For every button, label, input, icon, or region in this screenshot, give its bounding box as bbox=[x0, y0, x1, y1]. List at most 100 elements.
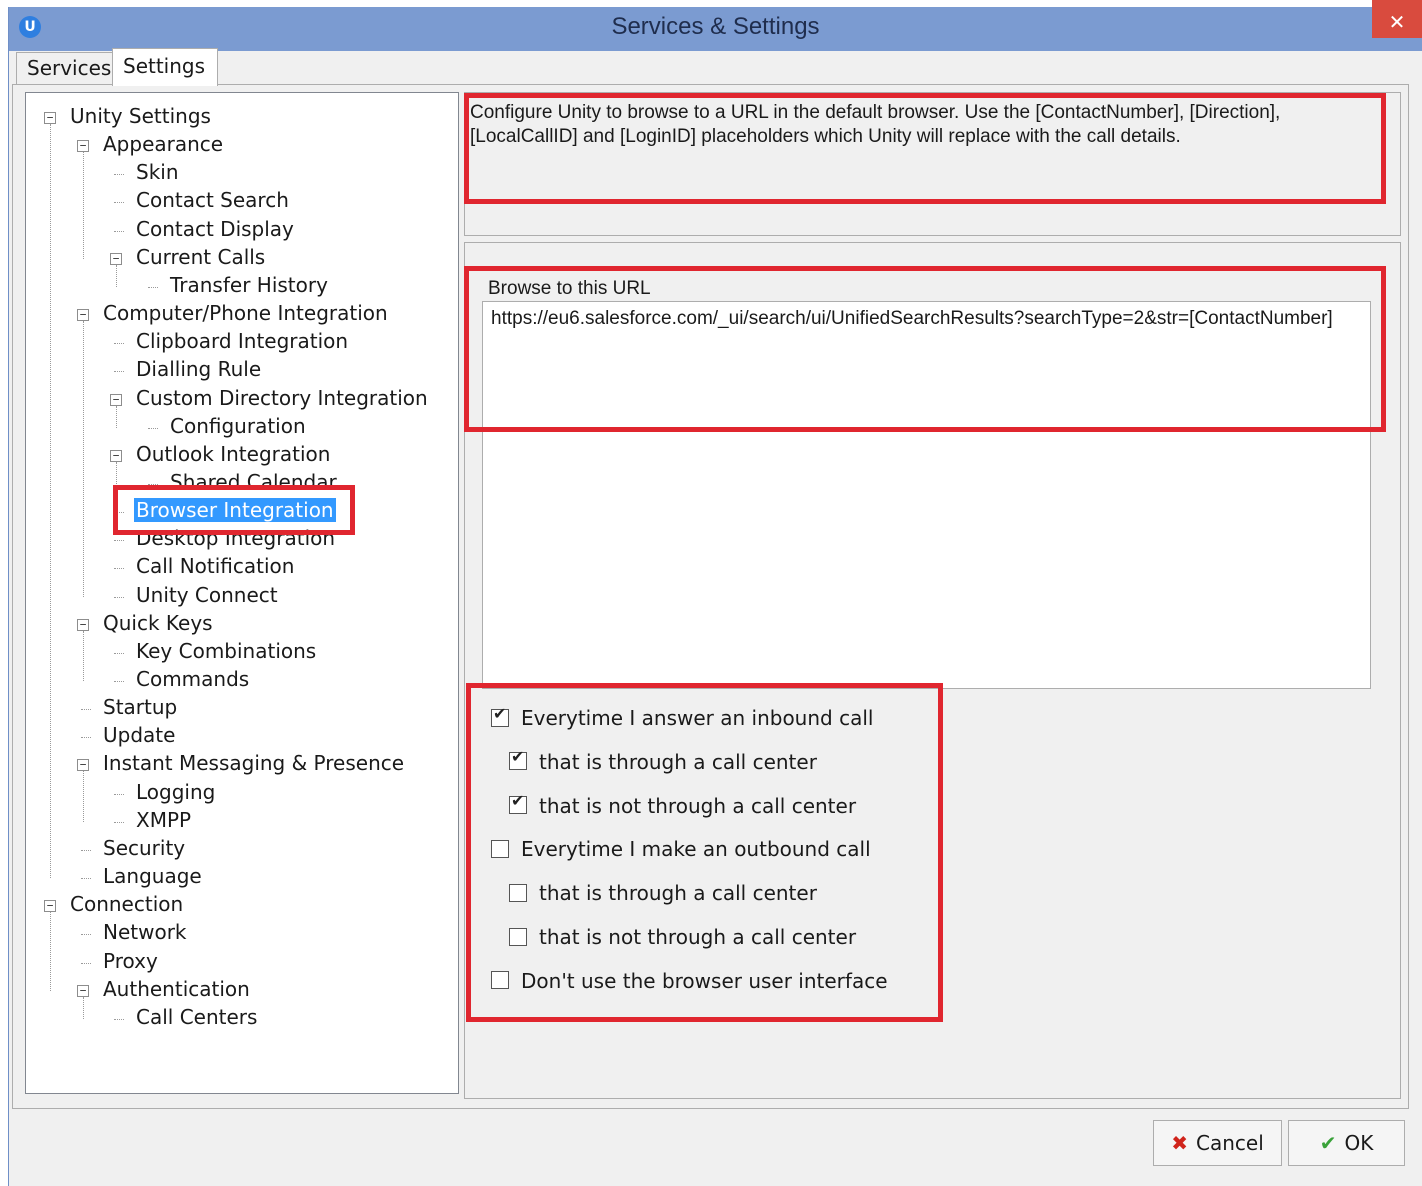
tree-item[interactable]: Contact Search bbox=[134, 188, 291, 216]
tree-item[interactable]: Outlook Integration bbox=[134, 442, 332, 470]
tree-item-label: Transfer History bbox=[170, 272, 328, 297]
option-checkbox-row[interactable]: that is through a call center bbox=[509, 881, 817, 909]
tree-item[interactable]: Unity Connect bbox=[134, 583, 280, 611]
tree-item-label: Instant Messaging & Presence bbox=[103, 751, 405, 776]
tree-item-label: Skin bbox=[136, 160, 179, 185]
tree-item[interactable]: Clipboard Integration bbox=[134, 329, 350, 357]
tree-item[interactable]: XMPP bbox=[134, 808, 193, 836]
tree-item-label: Contact Display bbox=[136, 216, 294, 241]
tree-item-label: Call Centers bbox=[136, 1004, 258, 1029]
collapse-toggle-icon[interactable]: − bbox=[110, 449, 122, 462]
checkbox[interactable] bbox=[491, 971, 509, 990]
tree-item-label: Update bbox=[103, 723, 176, 748]
tree-item[interactable]: Proxy bbox=[101, 949, 160, 977]
option-checkbox-row[interactable]: Everytime I make an outbound call bbox=[491, 837, 871, 865]
option-label: Everytime I make an outbound call bbox=[521, 837, 871, 862]
tree-item-label: Authentication bbox=[103, 976, 250, 1001]
tree-item[interactable]: Contact Display bbox=[134, 217, 296, 245]
collapse-toggle-icon[interactable]: − bbox=[77, 140, 89, 153]
tree-item-label: Browser Integration bbox=[134, 498, 336, 523]
option-checkbox-row[interactable]: Everytime I answer an inbound call bbox=[491, 704, 874, 734]
tree-item[interactable]: Custom Directory Integration bbox=[134, 386, 430, 414]
tree-item-label: Custom Directory Integration bbox=[136, 385, 428, 410]
tree-item[interactable]: Key Combinations bbox=[134, 639, 318, 667]
tab-settings[interactable]: Settings bbox=[112, 48, 218, 86]
description-text: Configure Unity to browse to a URL in th… bbox=[470, 102, 1281, 147]
tree-item-label: Dialling Rule bbox=[136, 357, 262, 382]
tree-item[interactable]: Authentication bbox=[101, 977, 252, 1005]
option-checkbox-row[interactable]: that is through a call center bbox=[509, 747, 817, 778]
tree-item-label: Computer/Phone Integration bbox=[103, 301, 388, 326]
tree-item[interactable]: Call Centers bbox=[134, 1005, 259, 1033]
tree-item[interactable]: Computer/Phone Integration bbox=[101, 301, 390, 329]
collapse-toggle-icon[interactable]: − bbox=[44, 900, 56, 913]
title-bar[interactable]: U Services & Settings ✕ bbox=[9, 0, 1422, 51]
tree-item-label: XMPP bbox=[136, 807, 192, 832]
tree-item[interactable]: Instant Messaging & Presence bbox=[101, 751, 406, 779]
tree-item-label: Unity Settings bbox=[70, 104, 211, 128]
option-label: that is not through a call center bbox=[539, 925, 857, 949]
collapse-toggle-icon[interactable]: − bbox=[77, 309, 89, 322]
close-button[interactable]: ✕ bbox=[1372, 0, 1422, 38]
window-title: Services & Settings bbox=[611, 13, 820, 40]
option-checkbox-row[interactable]: that is not through a call center bbox=[509, 925, 856, 953]
settings-tree[interactable]: Unity Settings − Appearance − Skin Contact Se… bbox=[25, 92, 459, 1094]
checkmark-icon: ✔ bbox=[1319, 1131, 1337, 1155]
tree-item[interactable]: Network bbox=[101, 920, 189, 948]
tree-item[interactable]: Skin bbox=[134, 160, 181, 188]
tree-item[interactable]: Browser Integration bbox=[134, 498, 336, 526]
checkbox[interactable] bbox=[509, 927, 527, 946]
cancel-icon: ✖ bbox=[1171, 1131, 1188, 1155]
tree-item[interactable]: Transfer History bbox=[168, 273, 330, 301]
checkbox[interactable] bbox=[509, 747, 527, 771]
option-label: that is through a call center bbox=[539, 881, 817, 906]
collapse-toggle-icon[interactable]: − bbox=[44, 112, 56, 124]
collapse-toggle-icon[interactable]: − bbox=[77, 618, 89, 631]
checkbox[interactable] bbox=[509, 883, 527, 902]
tree-item[interactable]: Commands bbox=[134, 667, 251, 695]
collapse-toggle-icon[interactable]: − bbox=[110, 252, 122, 265]
tree-item[interactable]: Dialling Rule bbox=[134, 357, 263, 385]
collapse-toggle-icon[interactable]: − bbox=[77, 984, 89, 997]
option-label: Everytime I answer an inbound call bbox=[521, 706, 874, 730]
tree-item[interactable]: Unity Settings bbox=[68, 104, 213, 132]
tree-item-label: Call Notification bbox=[136, 554, 295, 579]
tree-item[interactable]: Security bbox=[101, 836, 187, 864]
checkbox[interactable] bbox=[491, 839, 509, 858]
tree-item[interactable]: Update bbox=[101, 723, 177, 751]
tree-item[interactable]: Startup bbox=[101, 695, 179, 723]
checkbox[interactable] bbox=[491, 704, 509, 727]
tree-item-label: Current Calls bbox=[136, 244, 266, 269]
tree-item[interactable]: Call Notification bbox=[134, 554, 296, 582]
tree-item[interactable]: Quick Keys bbox=[101, 611, 215, 639]
url-input[interactable]: https://eu6.salesforce.com/_ui/search/ui… bbox=[482, 301, 1371, 689]
tree-item-label: Connection bbox=[70, 892, 184, 917]
tab-services[interactable]: Services bbox=[16, 52, 113, 84]
tree-item[interactable]: Connection bbox=[68, 892, 185, 920]
option-checkbox-row[interactable]: that is not through a call center bbox=[509, 791, 856, 822]
checkbox[interactable] bbox=[509, 791, 527, 815]
collapse-toggle-icon[interactable]: − bbox=[110, 393, 122, 406]
tree-item[interactable]: Desktop Integration bbox=[134, 526, 337, 554]
tree-item-label: Appearance bbox=[103, 132, 224, 157]
tree-item-label: Shared Calendar bbox=[170, 469, 337, 494]
tree-item-label: Contact Search bbox=[136, 188, 289, 213]
ok-button[interactable]: ✔ OK bbox=[1288, 1120, 1405, 1166]
option-label: Don't use the browser user interface bbox=[521, 968, 888, 993]
option-checkbox-row[interactable]: Don't use the browser user interface bbox=[491, 969, 888, 997]
tree-item[interactable]: Appearance bbox=[101, 132, 225, 160]
tree-item-label: Logging bbox=[136, 779, 216, 804]
tree-item-label: Commands bbox=[136, 667, 250, 691]
tree-item-label: Desktop Integration bbox=[136, 526, 336, 551]
tree-item-label: Quick Keys bbox=[103, 610, 213, 635]
cancel-button[interactable]: ✖ Cancel bbox=[1153, 1120, 1282, 1166]
tree-item[interactable]: Current Calls bbox=[134, 245, 267, 273]
tree-item-label: Outlook Integration bbox=[136, 441, 331, 466]
collapse-toggle-icon[interactable]: − bbox=[77, 759, 89, 772]
tree-item-label: Proxy bbox=[103, 948, 158, 973]
tree-item[interactable]: Language bbox=[101, 864, 204, 892]
tree-item[interactable]: Shared Calendar bbox=[168, 470, 339, 498]
tree-item-label: Unity Connect bbox=[136, 582, 278, 607]
tree-item[interactable]: Configuration bbox=[168, 414, 308, 442]
tree-item[interactable]: Logging bbox=[134, 780, 217, 808]
